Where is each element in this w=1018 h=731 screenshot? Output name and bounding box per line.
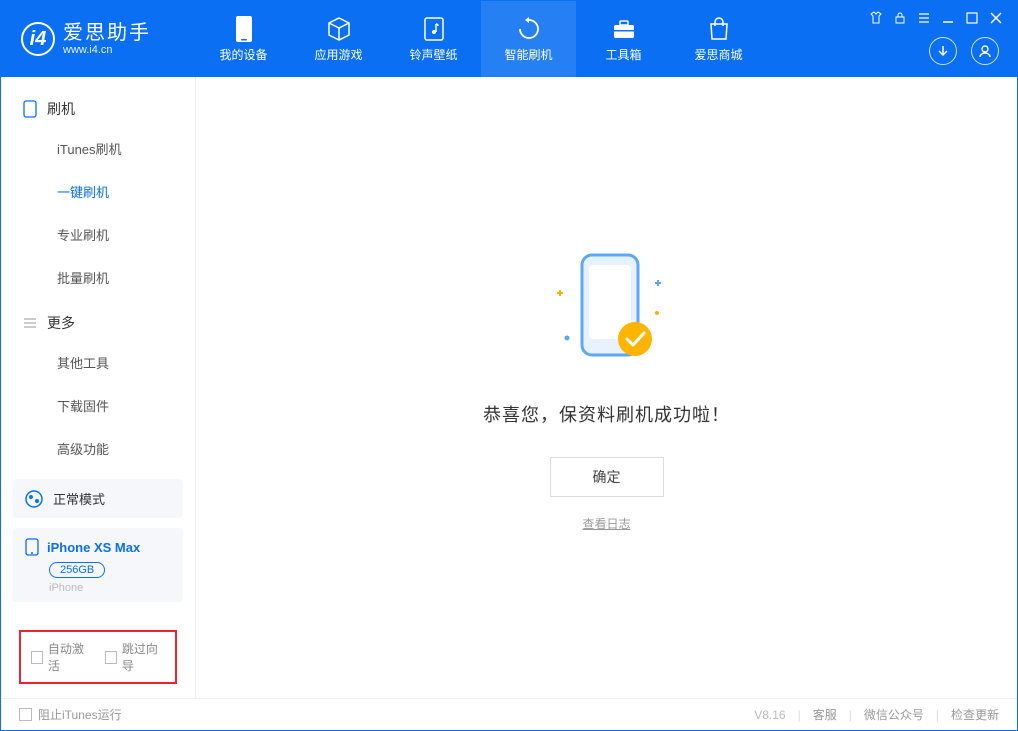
main-content: 恭喜您，保资料刷机成功啦！ 确定 查看日志	[196, 77, 1017, 698]
tab-toolbox[interactable]: 工具箱	[576, 1, 671, 77]
device-icon	[25, 538, 39, 556]
minimize-icon[interactable]	[941, 11, 955, 25]
phone-icon	[23, 100, 37, 118]
sidebar-section-title: 刷机	[47, 99, 75, 119]
mode-icon	[25, 490, 43, 508]
block-itunes-checkbox[interactable]: 阻止iTunes运行	[19, 706, 122, 723]
app-window: i4 爱思助手 www.i4.cn 我的设备 应用游戏 铃声壁纸 智能刷机	[0, 0, 1018, 731]
cube-icon	[326, 16, 352, 42]
sidebar-item-other-tools[interactable]: 其他工具	[1, 341, 195, 384]
auto-activate-checkbox[interactable]: 自动激活	[31, 640, 91, 674]
sidebar-bottom: 正常模式 iPhone XS Max 256GB iPhone 自动激活 跳过向…	[1, 469, 195, 698]
device-type: iPhone	[49, 582, 171, 594]
toolbox-icon	[611, 16, 637, 42]
logo: i4 爱思助手 www.i4.cn	[1, 22, 196, 56]
window-controls	[869, 11, 1003, 25]
tab-my-device[interactable]: 我的设备	[196, 1, 291, 77]
menu-icon[interactable]	[917, 11, 931, 25]
header: i4 爱思助手 www.i4.cn 我的设备 应用游戏 铃声壁纸 智能刷机	[1, 1, 1017, 77]
app-title: 爱思助手	[63, 22, 151, 44]
header-actions	[929, 37, 999, 65]
device-name: iPhone XS Max	[47, 540, 140, 555]
app-url: www.i4.cn	[63, 44, 151, 56]
check-update-link[interactable]: 检查更新	[951, 706, 999, 723]
list-icon	[23, 316, 37, 330]
sidebar-item-download-firmware[interactable]: 下载固件	[1, 384, 195, 427]
sidebar-item-batch-flash[interactable]: 批量刷机	[1, 256, 195, 299]
bag-icon	[706, 16, 732, 42]
user-button[interactable]	[971, 37, 999, 65]
ok-button[interactable]: 确定	[550, 457, 664, 497]
sidebar-section-title: 更多	[47, 313, 75, 333]
sidebar-section-more: 更多 其他工具 下载固件 高级功能	[1, 299, 195, 469]
sidebar-item-itunes-flash[interactable]: iTunes刷机	[1, 127, 195, 170]
sidebar-item-pro-flash[interactable]: 专业刷机	[1, 213, 195, 256]
tab-ringtones[interactable]: 铃声壁纸	[386, 1, 481, 77]
mode-label: 正常模式	[53, 489, 105, 508]
capacity-badge: 256GB	[49, 562, 105, 578]
version-label: V8.16	[754, 708, 785, 722]
skip-guide-checkbox[interactable]: 跳过向导	[105, 640, 165, 674]
options-row: 自动激活 跳过向导	[19, 630, 177, 684]
tab-apps[interactable]: 应用游戏	[291, 1, 386, 77]
mode-card[interactable]: 正常模式	[13, 479, 183, 518]
sidebar-item-advanced[interactable]: 高级功能	[1, 427, 195, 469]
music-icon	[421, 16, 447, 42]
view-log-link[interactable]: 查看日志	[582, 515, 630, 532]
wechat-link[interactable]: 微信公众号	[864, 706, 924, 723]
sidebar: 刷机 iTunes刷机 一键刷机 专业刷机 批量刷机 更多 其他工具 下载固件 …	[1, 77, 196, 698]
tab-flash[interactable]: 智能刷机	[481, 1, 576, 77]
success-illustration	[527, 243, 687, 383]
device-icon	[231, 16, 257, 42]
refresh-icon	[516, 16, 542, 42]
device-card[interactable]: iPhone XS Max 256GB iPhone	[13, 528, 183, 602]
maximize-icon[interactable]	[965, 11, 979, 25]
close-icon[interactable]	[989, 11, 1003, 25]
body: 刷机 iTunes刷机 一键刷机 专业刷机 批量刷机 更多 其他工具 下载固件 …	[1, 77, 1017, 698]
tshirt-icon[interactable]	[869, 11, 883, 25]
customer-service-link[interactable]: 客服	[813, 706, 837, 723]
success-message: 恭喜您，保资料刷机成功啦！	[483, 401, 730, 427]
sidebar-section-flash: 刷机 iTunes刷机 一键刷机 专业刷机 批量刷机	[1, 85, 195, 299]
sidebar-item-oneclick-flash[interactable]: 一键刷机	[1, 170, 195, 213]
logo-icon: i4	[21, 22, 55, 56]
download-button[interactable]	[929, 37, 957, 65]
lock-icon[interactable]	[893, 11, 907, 25]
tab-store[interactable]: 爱思商城	[671, 1, 766, 77]
footer: 阻止iTunes运行 V8.16 | 客服 | 微信公众号 | 检查更新	[1, 698, 1017, 730]
nav-tabs: 我的设备 应用游戏 铃声壁纸 智能刷机 工具箱 爱思商城	[196, 1, 766, 77]
